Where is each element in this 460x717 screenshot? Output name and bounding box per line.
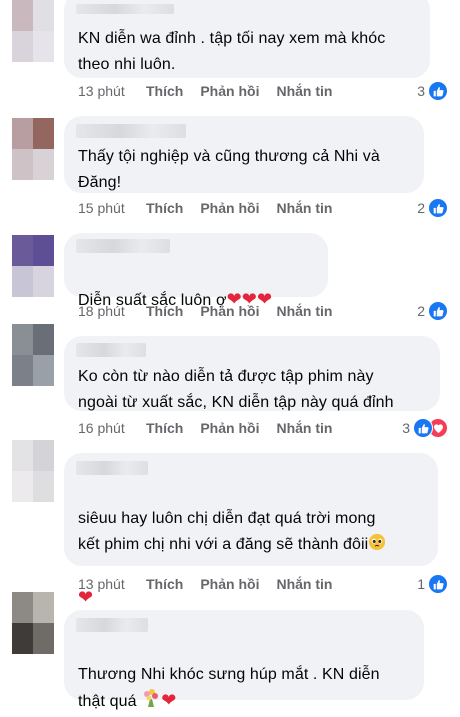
comment-time[interactable]: 18 phút: [78, 303, 146, 319]
like-icon: [428, 81, 448, 101]
like-icon: [428, 301, 448, 321]
reply-action[interactable]: Phản hồi: [200, 200, 259, 216]
reaction-summary[interactable]: 2: [417, 198, 448, 218]
comment-actions: 13 phút Thích Phản hồi Nhắn tin: [78, 82, 349, 100]
avatar[interactable]: [12, 0, 54, 62]
redacted-author-name[interactable]: [76, 343, 146, 357]
like-action[interactable]: Thích: [146, 420, 183, 436]
avatar[interactable]: [12, 592, 54, 654]
redacted-author-name[interactable]: [76, 4, 174, 14]
reply-action[interactable]: Phản hồi: [200, 303, 259, 319]
reaction-summary[interactable]: 3: [417, 81, 448, 101]
comment-text-content: siêuu hay luôn chị diễn đạt quá trời mon…: [78, 510, 376, 553]
comment-time[interactable]: 15 phút: [78, 200, 146, 216]
like-icon: [428, 574, 448, 594]
like-icon: [428, 198, 448, 218]
redacted-author-name[interactable]: [76, 618, 148, 632]
comment-actions: 13 phút Thích Phản hồi Nhắn tin: [78, 575, 349, 593]
comment-time[interactable]: 16 phút: [78, 420, 146, 436]
like-action[interactable]: Thích: [146, 303, 183, 319]
reaction-summary[interactable]: 2: [417, 301, 448, 321]
heart-emoji: ❤: [161, 690, 177, 710]
comment-actions: 18 phút Thích Phản hồi Nhắn tin: [78, 302, 349, 320]
message-action[interactable]: Nhắn tin: [276, 420, 332, 436]
like-action[interactable]: Thích: [146, 83, 183, 99]
avatar[interactable]: [12, 118, 54, 180]
message-action[interactable]: Nhắn tin: [276, 576, 332, 592]
message-action[interactable]: Nhắn tin: [276, 303, 332, 319]
reaction-count: 2: [417, 303, 425, 319]
comment-text: Ko còn từ nào diễn tả được tập phim này …: [78, 368, 394, 411]
like-icon: [413, 418, 433, 438]
comment-actions: 15 phút Thích Phản hồi Nhắn tin: [78, 199, 349, 217]
comment-text: KN diễn wa đỉnh . tập tối nay xem mà khó…: [78, 30, 386, 73]
message-action[interactable]: Nhắn tin: [276, 200, 332, 216]
comment-text-content: Thương Nhi khóc sưng húp mắt . KN diễn t…: [78, 666, 380, 710]
like-action[interactable]: Thích: [146, 576, 183, 592]
reaction-summary[interactable]: 1: [417, 574, 448, 594]
reaction-summary[interactable]: 3: [402, 418, 448, 438]
reply-action[interactable]: Phản hồi: [200, 83, 259, 99]
comment-text: Thấy tội nghiệp và cũng thương cả Nhi và…: [78, 148, 380, 191]
like-action[interactable]: Thích: [146, 200, 183, 216]
comment-text: Thương Nhi khóc sưng húp mắt . KN diễn t…: [78, 636, 380, 717]
reaction-count: 3: [402, 420, 410, 436]
comment-time[interactable]: 13 phút: [78, 576, 146, 592]
redacted-author-name[interactable]: [76, 239, 170, 253]
redacted-author-name[interactable]: [76, 461, 148, 475]
comment-actions: 16 phút Thích Phản hồi Nhắn tin: [78, 419, 349, 437]
avatar[interactable]: [12, 324, 54, 386]
pleading-face-emoji: [368, 533, 386, 560]
comment-time[interactable]: 13 phút: [78, 83, 146, 99]
bouquet-emoji: [141, 688, 161, 717]
reply-action[interactable]: Phản hồi: [200, 576, 259, 592]
reaction-count: 1: [417, 576, 425, 592]
reply-action[interactable]: Phản hồi: [200, 420, 259, 436]
avatar[interactable]: [12, 440, 54, 502]
avatar[interactable]: [12, 235, 54, 297]
reaction-count: 3: [417, 83, 425, 99]
reaction-count: 2: [417, 200, 425, 216]
message-action[interactable]: Nhắn tin: [276, 83, 332, 99]
redacted-author-name[interactable]: [76, 124, 186, 138]
